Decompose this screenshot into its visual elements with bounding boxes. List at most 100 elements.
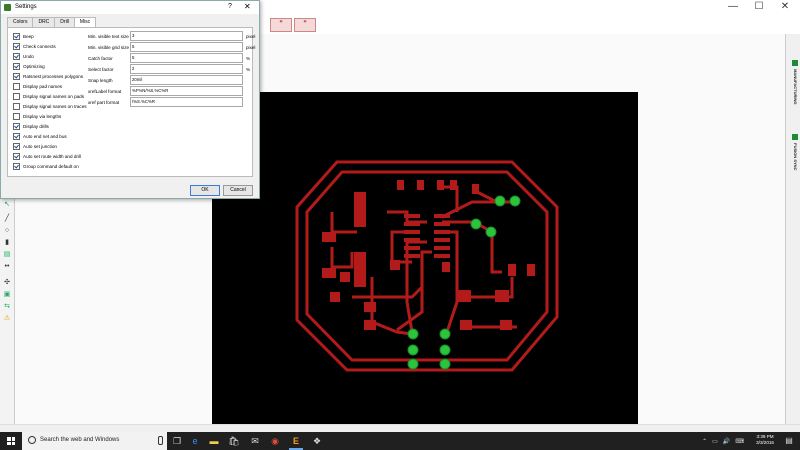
keyboard-icon[interactable]: ⌨ bbox=[735, 438, 744, 445]
ic-pin bbox=[434, 214, 450, 218]
ok-button[interactable]: OK bbox=[190, 185, 220, 196]
checkbox-row[interactable]: Display signal names on pads bbox=[13, 92, 84, 100]
warning-icon[interactable]: ⚠ bbox=[2, 314, 12, 323]
volume-icon[interactable]: 🔊 bbox=[723, 438, 730, 445]
xref-part-format-input[interactable] bbox=[130, 97, 243, 107]
checkbox[interactable] bbox=[13, 92, 20, 100]
min-visible-grid-size-input[interactable] bbox=[130, 42, 243, 52]
checkbox-row[interactable]: Display signal names on traces bbox=[13, 102, 87, 110]
checkbox-row[interactable]: Check connects bbox=[13, 42, 56, 50]
notifications-icon[interactable]: ▤ bbox=[782, 434, 796, 448]
via bbox=[439, 344, 451, 356]
network-icon[interactable]: ▭ bbox=[712, 438, 718, 445]
field-snap-length: Snap length bbox=[88, 75, 246, 85]
checkbox-row[interactable]: Auto set route width and drill bbox=[13, 152, 81, 160]
ic-pin bbox=[434, 254, 450, 258]
eagle-taskbar-icon[interactable]: E bbox=[289, 434, 303, 450]
misc-tab-panel: Beep Check connects Undo Optimizing Ratsnest… bbox=[7, 27, 255, 177]
checkbox-row[interactable]: Optimizing bbox=[13, 62, 45, 70]
min-visible-text-size-input[interactable] bbox=[130, 31, 243, 41]
checkbox-label: Check connects bbox=[23, 43, 56, 49]
windows-logo-icon bbox=[7, 437, 15, 445]
auto-route-icon[interactable]: ▦ bbox=[294, 18, 316, 32]
trace bbox=[396, 250, 432, 332]
checkbox-row[interactable]: Undo bbox=[13, 52, 34, 60]
checkbox-row[interactable]: Auto end net and bus bbox=[13, 132, 67, 140]
select-factor-input[interactable] bbox=[130, 64, 243, 74]
chrome-icon[interactable]: ◉ bbox=[268, 434, 282, 448]
microphone-icon[interactable] bbox=[158, 436, 163, 445]
route-icon[interactable]: ↖ bbox=[2, 200, 12, 209]
help-button[interactable]: ? bbox=[228, 3, 232, 10]
grid-icon[interactable]: ▤ bbox=[2, 250, 12, 259]
pcb-board[interactable] bbox=[212, 92, 638, 442]
tab-colors[interactable]: Colors bbox=[7, 17, 34, 27]
erc-icon[interactable]: ▣ bbox=[2, 290, 12, 299]
checkbox[interactable] bbox=[13, 162, 20, 170]
circle-icon[interactable]: ○ bbox=[2, 226, 12, 235]
checkbox[interactable] bbox=[13, 132, 20, 140]
ripup-icon[interactable]: ⇆ bbox=[2, 302, 12, 311]
app-taskbar-icon[interactable]: ❖ bbox=[310, 434, 324, 448]
checkbox[interactable] bbox=[13, 42, 20, 50]
taskbar-search-box[interactable]: Search the web and Windows bbox=[22, 432, 167, 450]
catch-factor-input[interactable] bbox=[130, 53, 243, 63]
wire-icon[interactable]: ╱ bbox=[2, 214, 12, 223]
layer-icon[interactable]: ▮ bbox=[2, 238, 12, 247]
field-catch-factor: Catch factor % bbox=[88, 53, 250, 63]
ic-pad bbox=[354, 192, 366, 227]
checkbox[interactable] bbox=[13, 152, 20, 160]
field-min-visible-grid-size: Min. visible grid size pixel bbox=[88, 42, 255, 52]
cancel-button[interactable]: Cancel bbox=[223, 185, 253, 196]
checkbox-row[interactable]: Beep bbox=[13, 32, 34, 40]
edge-icon[interactable]: e bbox=[188, 434, 202, 448]
trace bbox=[330, 212, 357, 234]
ic-pin bbox=[404, 214, 420, 218]
via bbox=[407, 344, 419, 356]
dialog-title-bar: Settings ? ✕ bbox=[1, 1, 259, 14]
checkbox[interactable] bbox=[13, 72, 20, 80]
checkbox[interactable] bbox=[13, 122, 20, 130]
system-tray: ⌃ ▭ 🔊 ⌨ bbox=[702, 432, 744, 450]
checkbox-label: Display signal names on traces bbox=[23, 103, 87, 109]
checkbox-row[interactable]: Display pad names bbox=[13, 82, 62, 90]
checkbox[interactable] bbox=[13, 52, 20, 60]
checkbox-row[interactable]: Auto set junction bbox=[13, 142, 57, 150]
snap-length-input[interactable] bbox=[130, 75, 243, 85]
checkbox-row[interactable]: Ratsnest processes polygons bbox=[13, 72, 83, 80]
manufacturing-icon bbox=[792, 60, 798, 66]
checkbox[interactable] bbox=[13, 62, 20, 70]
xref-label-format-input[interactable] bbox=[130, 86, 243, 96]
checkbox-row[interactable]: Display drills bbox=[13, 122, 49, 130]
smd-pad bbox=[460, 320, 472, 330]
checkbox[interactable] bbox=[13, 112, 20, 120]
people-icon[interactable]: ⌃ bbox=[702, 438, 707, 445]
tab-drill[interactable]: Drill bbox=[54, 17, 75, 27]
file-explorer-icon[interactable]: ▬ bbox=[207, 434, 221, 448]
clock[interactable]: 3:39 PM 3/3/2016 bbox=[756, 434, 774, 446]
via bbox=[509, 195, 521, 207]
drc-icon[interactable]: ✣ bbox=[2, 278, 12, 287]
close-button[interactable]: ✕ bbox=[772, 0, 798, 14]
checkbox[interactable] bbox=[13, 142, 20, 150]
dialog-close-button[interactable]: ✕ bbox=[244, 2, 251, 11]
fusion-sync-tab[interactable]: FUSION SYNC bbox=[790, 134, 798, 170]
checkbox[interactable] bbox=[13, 32, 20, 40]
tab-drc[interactable]: DRC bbox=[32, 17, 56, 27]
manufacturing-tab[interactable]: MANUFACTURING bbox=[790, 60, 798, 104]
store-icon[interactable]: 🛍 bbox=[227, 434, 241, 448]
task-view-icon[interactable]: ❐ bbox=[170, 434, 184, 448]
start-button[interactable] bbox=[0, 432, 22, 450]
checkbox-row[interactable]: Display via lengths bbox=[13, 112, 61, 120]
mail-icon[interactable]: ✉ bbox=[248, 434, 262, 448]
ic-pin bbox=[404, 230, 420, 234]
toolbar-icon-group: ▦ ▦ bbox=[270, 18, 316, 32]
checkbox[interactable] bbox=[13, 102, 20, 110]
checkbox-label: Beep bbox=[23, 33, 34, 39]
checkbox-row[interactable]: Group command default on bbox=[13, 162, 79, 170]
ratsnest-icon[interactable]: ▦ bbox=[270, 18, 292, 32]
maximize-button[interactable]: ☐ bbox=[746, 0, 772, 14]
more-icon[interactable]: •• bbox=[2, 262, 12, 271]
minimize-button[interactable]: — bbox=[720, 0, 746, 14]
checkbox[interactable] bbox=[13, 82, 20, 90]
